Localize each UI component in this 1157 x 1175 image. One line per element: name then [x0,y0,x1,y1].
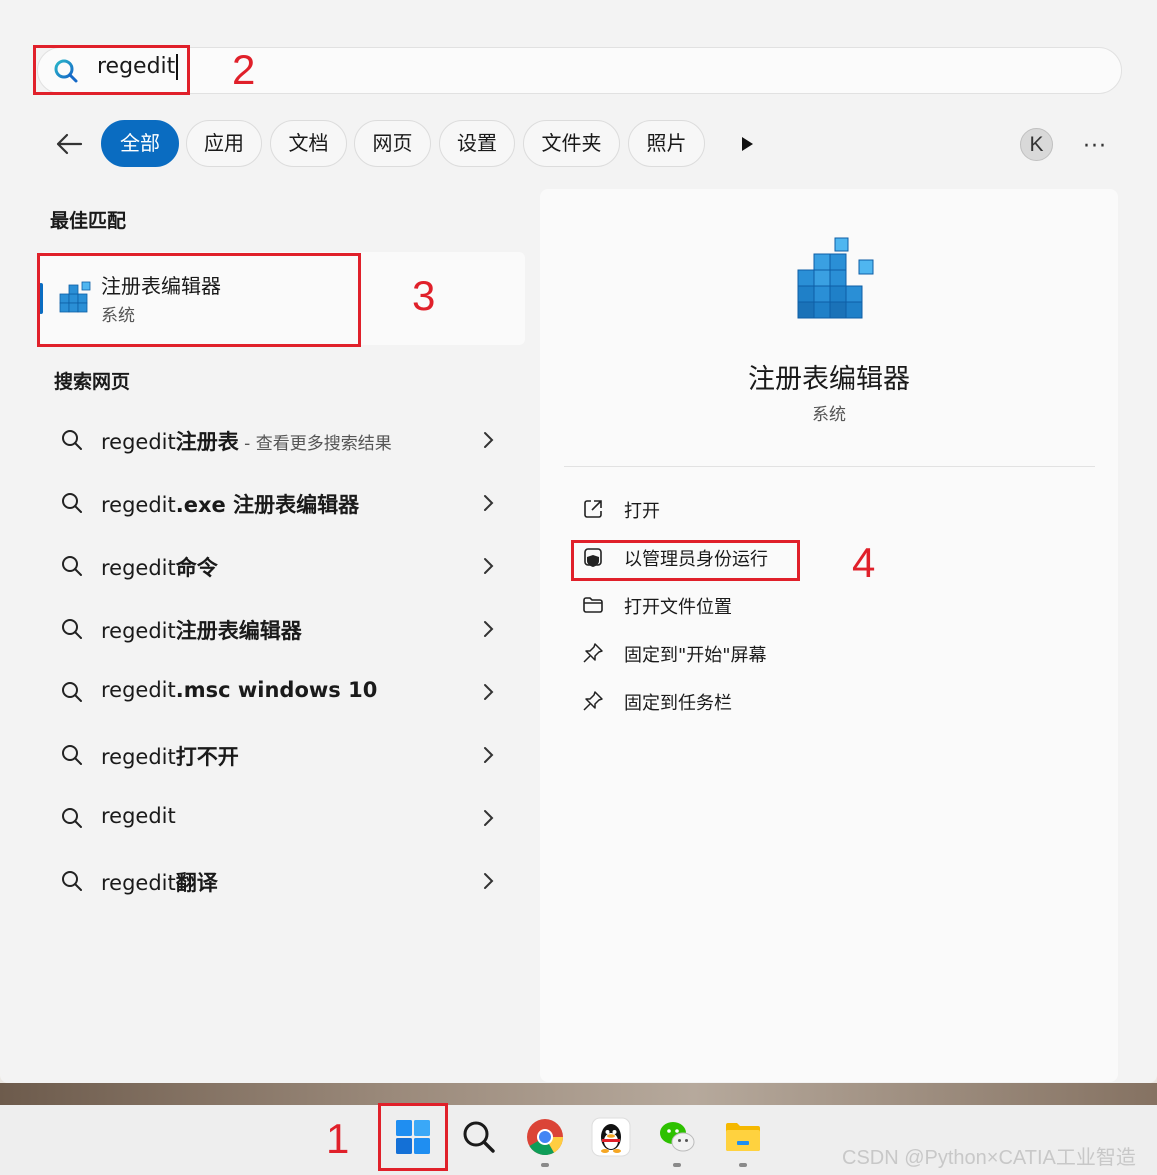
chevron-right-icon [482,682,494,706]
web-search-item[interactable]: regedit注册表编辑器 [52,607,512,651]
web-search-item[interactable]: regedit [52,796,512,840]
annotation-box-run-as-admin [571,540,800,581]
search-box[interactable] [37,47,1122,94]
chevron-right-icon [482,556,494,580]
web-search-text: regedit.msc windows 10 [101,678,378,702]
folder-icon [582,594,604,620]
action-label: 打开 [624,501,660,522]
best-match-heading: 最佳匹配 [50,210,127,232]
tab-documents[interactable]: 文档 [270,120,347,167]
details-app-type: 系统 [812,405,846,425]
web-search-text: regedit命令 [101,556,218,580]
qq-icon[interactable] [591,1117,631,1157]
search-icon [60,554,84,582]
action-label: 固定到任务栏 [624,693,732,714]
tab-apps[interactable]: 应用 [186,120,262,167]
more-filters-play-icon[interactable] [740,136,754,156]
search-icon [60,806,84,834]
annotation-number-3: 3 [412,272,436,319]
web-search-item[interactable]: regedit.exe 注册表编辑器 [52,481,512,525]
tab-photos[interactable]: 照片 [628,120,705,167]
annotation-number-2: 2 [232,46,256,93]
tab-folders[interactable]: 文件夹 [523,120,620,167]
web-search-text: regedit [101,804,176,828]
pin-icon [582,642,604,668]
action-label: 打开文件位置 [624,597,732,618]
web-search-text: regedit翻译 [101,871,218,895]
tab-settings[interactable]: 设置 [439,120,515,167]
annotation-box-best-match [37,253,361,347]
chrome-icon[interactable] [525,1117,565,1157]
annotation-box-start [378,1103,448,1171]
action-pin-to-taskbar[interactable]: 固定到任务栏 [578,685,878,719]
tab-all[interactable]: 全部 [101,120,179,167]
search-icon [60,869,84,897]
web-search-item[interactable]: regedit翻译 [52,859,512,903]
tab-web[interactable]: 网页 [354,120,431,167]
back-arrow-icon[interactable] [53,128,85,160]
web-search-text: regedit注册表编辑器 [101,619,302,643]
web-search-text: regedit.exe 注册表编辑器 [101,493,360,517]
search-icon [60,617,84,645]
registry-editor-large-icon [795,236,879,328]
chevron-right-icon [482,493,494,517]
desktop-wallpaper [0,1083,1157,1105]
file-explorer-icon[interactable] [723,1117,763,1157]
annotation-box-search [33,45,190,95]
chevron-right-icon [482,619,494,643]
web-search-item[interactable]: regedit命令 [52,544,512,588]
chevron-right-icon [482,745,494,769]
action-open-file-location[interactable]: 打开文件位置 [578,589,878,623]
search-icon [60,428,84,456]
running-indicator [739,1163,747,1167]
chevron-right-icon [482,871,494,895]
search-icon[interactable] [459,1117,499,1157]
action-label: 固定到"开始"屏幕 [624,645,767,666]
details-app-name: 注册表编辑器 [748,364,910,395]
web-search-item[interactable]: regedit打不开 [52,733,512,777]
action-pin-to-start[interactable]: 固定到"开始"屏幕 [578,637,878,671]
web-search-text: regedit注册表 - 查看更多搜索结果 [101,430,392,454]
search-icon [60,743,84,771]
running-indicator [673,1163,681,1167]
search-icon [60,680,84,708]
watermark: CSDN @Python×CATIA工业智造 [842,1147,1136,1169]
web-search-item[interactable]: regedit注册表 - 查看更多搜索结果 [52,418,512,462]
search-icon [60,491,84,519]
running-indicator [541,1163,549,1167]
account-avatar[interactable]: K [1020,128,1053,161]
annotation-number-1: 1 [326,1115,350,1162]
annotation-number-4: 4 [852,539,876,586]
more-options-icon[interactable]: ··· [1083,134,1107,159]
web-search-item[interactable]: regedit.msc windows 10 [52,670,512,714]
chevron-right-icon [482,808,494,832]
web-search-text: regedit打不开 [101,745,239,769]
web-search-heading: 搜索网页 [54,371,131,393]
divider [564,466,1095,467]
action-open[interactable]: 打开 [578,493,878,527]
pin-icon [582,690,604,716]
chevron-right-icon [482,430,494,454]
open-external-icon [582,498,604,524]
wechat-icon[interactable] [657,1117,697,1157]
